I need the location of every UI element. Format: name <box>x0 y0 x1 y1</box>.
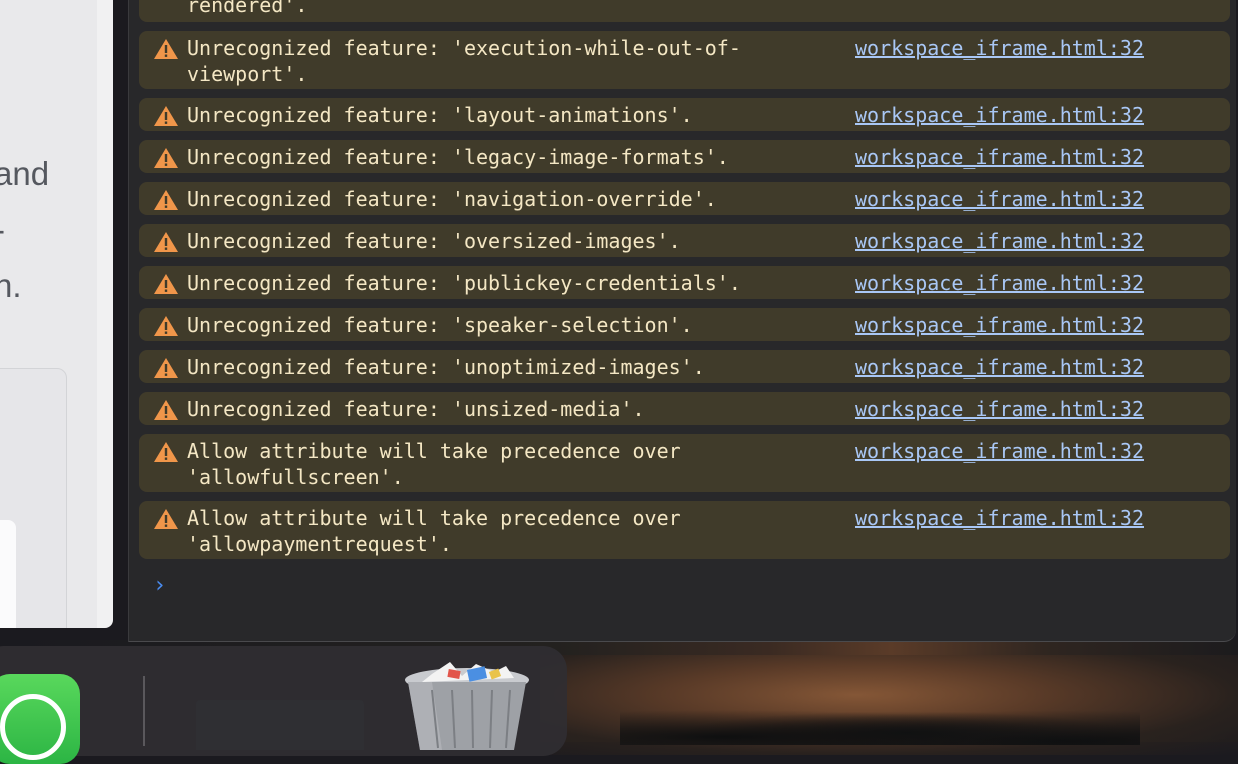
source-link[interactable]: workspace_iframe.html:32 <box>855 102 1144 128</box>
warning-text-line: Unrecognized feature: 'execution-while-o… <box>187 36 741 60</box>
browser-window[interactable]: and - n. <box>0 0 113 628</box>
warning-text: Unrecognized feature: 'unsized-media'. <box>187 397 645 421</box>
console-warning-row[interactable]: Allow attribute will take precedence ove… <box>139 434 1230 492</box>
source-link[interactable]: workspace_iframe.html:32 <box>855 312 1144 338</box>
warning-icon <box>154 400 178 420</box>
source-link[interactable]: workspace_iframe.html:32 <box>855 186 1144 212</box>
warning-text: rendered'. <box>187 0 308 17</box>
source-link[interactable]: workspace_iframe.html:32 <box>855 505 1144 531</box>
warning-text: Unrecognized feature: 'layout-animations… <box>187 103 693 127</box>
console-warning-row[interactable]: Unrecognized feature: 'navigation-overri… <box>139 182 1230 215</box>
warning-icon <box>154 316 178 336</box>
warning-icon <box>154 39 178 59</box>
warning-text: Unrecognized feature: 'navigation-overri… <box>187 187 717 211</box>
warning-text-line: Allow attribute will take precedence ove… <box>187 506 681 530</box>
console-warning-row[interactable]: Unrecognized feature: 'publickey-credent… <box>139 266 1230 299</box>
warning-text: Unrecognized feature: 'publickey-credent… <box>187 271 741 295</box>
page-text-line: - <box>0 202 51 258</box>
source-link[interactable]: workspace_iframe.html:32 <box>855 35 1144 61</box>
source-link[interactable]: workspace_iframe.html:32 <box>855 270 1144 296</box>
console-prompt[interactable]: › <box>153 573 166 598</box>
warning-icon <box>154 358 178 378</box>
source-link[interactable]: workspace_iframe.html:32 <box>855 144 1144 170</box>
console-warning-row[interactable]: Unrecognized feature: 'layout-animations… <box>139 98 1230 131</box>
devtools-console[interactable]: rendered'. Unrecognized feature: 'execut… <box>128 0 1236 642</box>
warning-text-line: 'allowfullscreen'. <box>187 465 404 489</box>
wallpaper-trees <box>620 705 1140 745</box>
web-page-fragment: and - n. <box>0 0 97 628</box>
trash-icon[interactable] <box>402 660 532 750</box>
source-link[interactable]: workspace_iframe.html:32 <box>855 396 1144 422</box>
page-card-inner <box>0 520 16 628</box>
console-warning-row[interactable]: Unrecognized feature: 'unoptimized-image… <box>139 350 1230 383</box>
warning-text: Allow attribute will take precedence ove… <box>187 438 837 490</box>
console-warning-row[interactable]: Unrecognized feature: 'speaker-selection… <box>139 308 1230 341</box>
warning-icon <box>154 232 178 252</box>
messages-app-icon[interactable] <box>0 674 80 764</box>
warning-icon <box>154 442 178 462</box>
console-warning-row[interactable]: Unrecognized feature: 'execution-while-o… <box>139 31 1230 89</box>
warning-text: Unrecognized feature: 'unoptimized-image… <box>187 355 705 379</box>
warning-icon <box>154 106 178 126</box>
console-warning-row[interactable]: Unrecognized feature: 'legacy-image-form… <box>139 140 1230 173</box>
source-link[interactable]: workspace_iframe.html:32 <box>855 438 1144 464</box>
source-link[interactable]: workspace_iframe.html:32 <box>855 228 1144 254</box>
chat-bubble-icon <box>0 694 66 760</box>
source-link[interactable]: workspace_iframe.html:32 <box>855 354 1144 380</box>
warning-icon <box>154 190 178 210</box>
page-text-line: and <box>0 155 50 192</box>
warning-text: Unrecognized feature: 'execution-while-o… <box>187 35 837 87</box>
warning-text: Unrecognized feature: 'legacy-image-form… <box>187 145 729 169</box>
warning-icon <box>154 274 178 294</box>
dock-divider <box>143 676 145 746</box>
console-warning-row[interactable]: Allow attribute will take precedence ove… <box>139 501 1230 559</box>
warning-text: Unrecognized feature: 'oversized-images'… <box>187 229 681 253</box>
warning-text-line: 'allowpaymentrequest'. <box>187 532 452 556</box>
warning-text-line: Allow attribute will take precedence ove… <box>187 439 681 463</box>
console-warning-row[interactable]: Unrecognized feature: 'unsized-media'. w… <box>139 392 1230 425</box>
warning-icon <box>154 148 178 168</box>
page-text-line: n. <box>0 267 22 304</box>
console-warning-row[interactable]: Unrecognized feature: 'oversized-images'… <box>139 224 1230 257</box>
page-text: and - n. <box>0 146 97 314</box>
warning-text-line: viewport'. <box>187 62 308 86</box>
warning-text: Unrecognized feature: 'speaker-selection… <box>187 313 693 337</box>
console-warning-row[interactable]: rendered'. <box>139 0 1230 22</box>
warning-text: Allow attribute will take precedence ove… <box>187 505 837 557</box>
minimized-window-thumbnail[interactable] <box>196 700 364 750</box>
warning-icon <box>154 509 178 529</box>
